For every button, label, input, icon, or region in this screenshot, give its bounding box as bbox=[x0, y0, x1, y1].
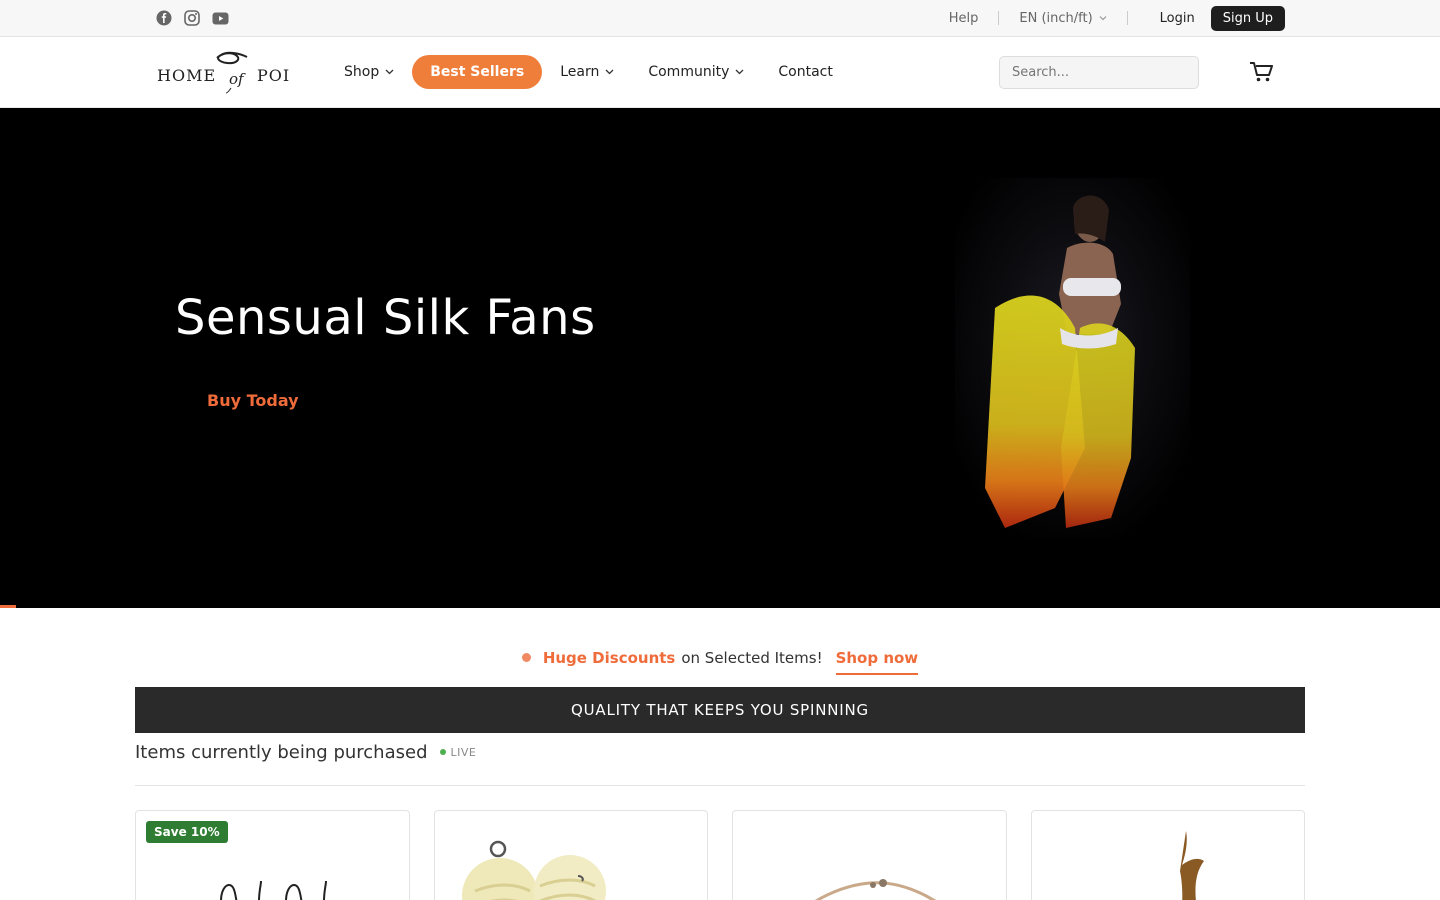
language-label: EN (inch/ft) bbox=[1019, 10, 1093, 26]
nav-item-label: Shop bbox=[344, 64, 380, 80]
nav-menu: Shop Best Sellers Learn Community Contac… bbox=[344, 55, 867, 89]
product-cards: Save 10% bbox=[135, 810, 1305, 900]
silk-fan-dancer-image bbox=[955, 178, 1190, 538]
section-title: Items currently being purchased bbox=[135, 741, 428, 763]
fire-poi-wicks-image bbox=[461, 840, 606, 900]
live-dot-icon bbox=[439, 749, 446, 755]
product-card[interactable] bbox=[732, 810, 1007, 900]
chevron-down-icon bbox=[735, 69, 744, 75]
product-card[interactable] bbox=[433, 810, 708, 900]
logo-text-poi: POI bbox=[257, 66, 290, 85]
nav-item-learn[interactable]: Learn bbox=[560, 64, 614, 80]
staff-hoop-image bbox=[220, 880, 327, 900]
hero-title: Sensual Silk Fans bbox=[175, 290, 596, 346]
logo-text-of: of bbox=[229, 70, 246, 88]
discount-badge: Save 10% bbox=[146, 821, 228, 843]
tagline-text: QUALITY THAT KEEPS YOU SPINNING bbox=[571, 701, 869, 719]
main-navigation: HOME of POI Shop Best Sellers Learn Comm… bbox=[0, 37, 1440, 108]
top-utility-bar: Help EN (inch/ft) Login Sign Up bbox=[0, 0, 1440, 37]
promo-strip: Huge Discounts on Selected Items! Shop n… bbox=[0, 608, 1440, 687]
instagram-icon[interactable] bbox=[183, 9, 201, 27]
live-label: LIVE bbox=[450, 745, 477, 759]
language-selector[interactable]: EN (inch/ft) bbox=[999, 11, 1126, 26]
slider-progress-bar bbox=[0, 605, 16, 608]
buy-today-link[interactable]: Buy Today bbox=[207, 391, 299, 410]
social-links bbox=[155, 9, 229, 27]
login-link[interactable]: Login bbox=[1128, 11, 1211, 26]
nav-item-label: Contact bbox=[778, 64, 833, 80]
signup-button[interactable]: Sign Up bbox=[1210, 5, 1285, 31]
logo-text-home: HOME bbox=[157, 66, 216, 85]
live-purchases-header: Items currently being purchased LIVE bbox=[135, 733, 1305, 786]
chevron-down-icon bbox=[1099, 16, 1107, 21]
nav-item-label: Learn bbox=[560, 64, 600, 80]
product-card[interactable] bbox=[1030, 810, 1305, 900]
live-purchases-section: Items currently being purchased LIVE Sav… bbox=[135, 733, 1305, 900]
best-sellers-button[interactable]: Best Sellers bbox=[412, 55, 543, 89]
chevron-down-icon bbox=[385, 69, 394, 75]
help-link[interactable]: Help bbox=[929, 11, 999, 26]
live-badge: LIVE bbox=[439, 745, 477, 759]
youtube-icon[interactable] bbox=[211, 9, 229, 27]
nav-item-community[interactable]: Community bbox=[648, 64, 744, 80]
rope-necklace-image bbox=[815, 879, 937, 900]
home-of-poi-logo[interactable]: HOME of POI bbox=[157, 48, 302, 96]
promo-text: on Selected Items! bbox=[681, 648, 823, 667]
chevron-down-icon bbox=[605, 69, 614, 75]
facebook-icon[interactable] bbox=[155, 9, 173, 27]
product-card[interactable]: Save 10% bbox=[135, 810, 410, 900]
nav-item-shop[interactable]: Shop bbox=[344, 64, 394, 80]
search-input[interactable] bbox=[999, 56, 1199, 89]
nav-item-label: Community bbox=[648, 64, 730, 80]
cart-icon[interactable] bbox=[1249, 61, 1273, 83]
tagline-bar: QUALITY THAT KEEPS YOU SPINNING bbox=[135, 687, 1305, 733]
nav-item-contact[interactable]: Contact bbox=[778, 64, 832, 80]
promo-dot-icon bbox=[521, 653, 531, 662]
hero-banner: Sensual Silk Fans Buy Today bbox=[0, 108, 1440, 608]
promo-highlight: Huge Discounts bbox=[542, 648, 676, 667]
shop-now-link[interactable]: Shop now bbox=[835, 649, 919, 675]
wooden-hook-image bbox=[1179, 831, 1204, 900]
